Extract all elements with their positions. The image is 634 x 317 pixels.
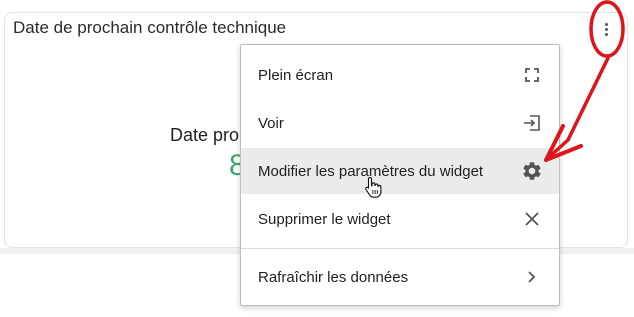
menu-item-label: Rafraîchir les données (258, 268, 409, 286)
menu-item-delete-widget[interactable]: Supprimer le widget (241, 196, 559, 242)
menu-item-label: Plein écran (258, 66, 334, 84)
close-icon (521, 208, 543, 230)
chevron-right-icon (521, 266, 543, 288)
widget-body-label: Date pro (170, 125, 240, 145)
hand-cursor-icon (364, 176, 382, 203)
menu-divider (241, 248, 559, 249)
menu-item-fullscreen[interactable]: Plein écran (241, 52, 559, 98)
fullscreen-icon (521, 64, 543, 86)
menu-item-edit-settings[interactable]: Modifier les paramètres du widget (241, 148, 559, 194)
widget-title: Date de prochain contrôle technique (13, 18, 287, 37)
menu-item-label: Voir (258, 114, 284, 132)
more-options-icon[interactable] (598, 20, 614, 38)
gear-icon (521, 160, 543, 182)
menu-item-view[interactable]: Voir (241, 100, 559, 146)
menu-item-label: Supprimer le widget (258, 210, 391, 228)
open-icon (521, 112, 543, 134)
widget-context-menu: Plein écran Voir Modifier les paramètres… (240, 44, 560, 306)
menu-item-refresh-data[interactable]: Rafraîchir les données (241, 254, 559, 300)
